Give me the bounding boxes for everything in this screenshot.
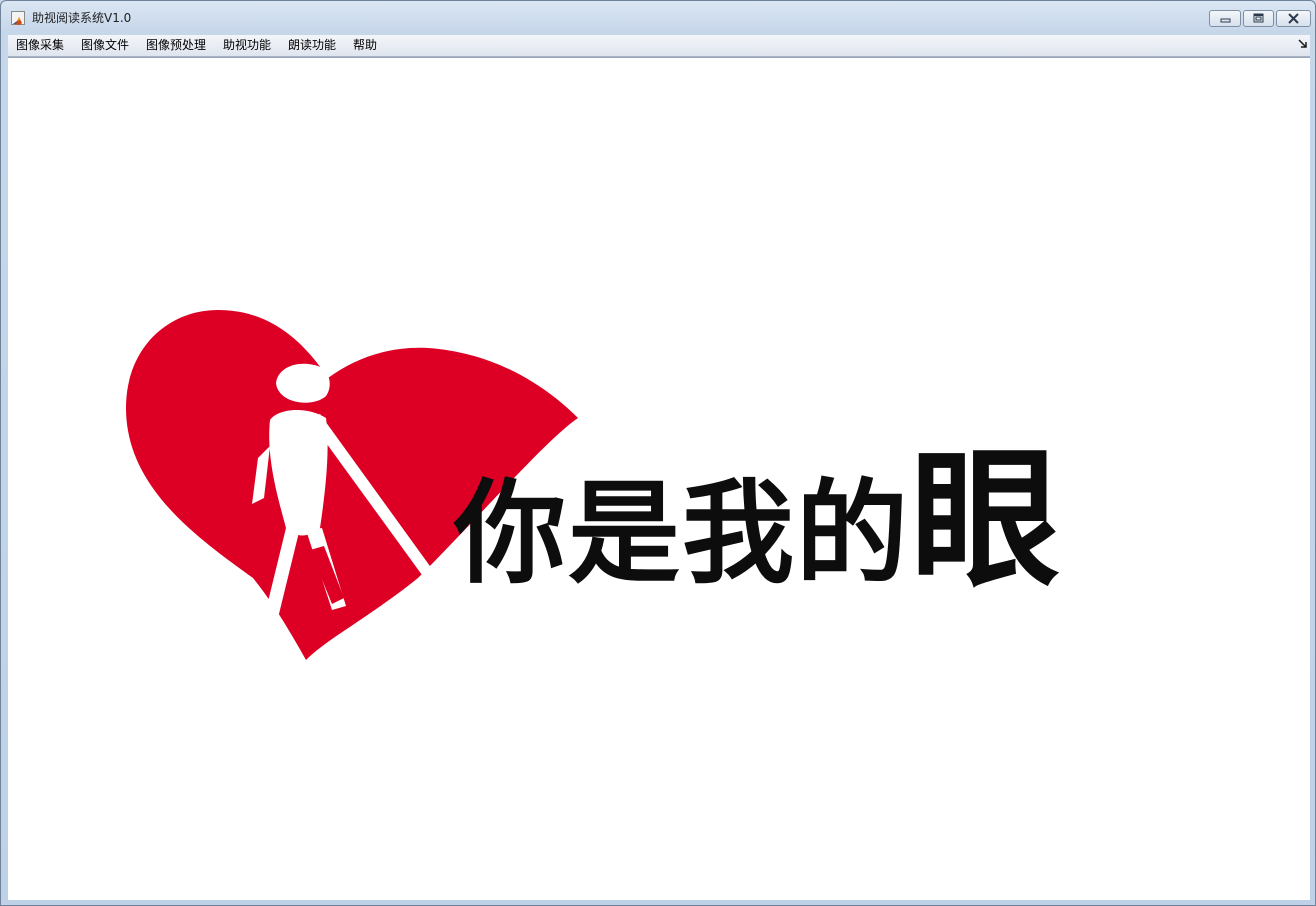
- close-icon: [1288, 13, 1299, 24]
- title-bar[interactable]: 助视阅读系统V1.0: [1, 1, 1315, 35]
- minimize-button[interactable]: [1209, 10, 1241, 27]
- menu-vision-assist[interactable]: 助视功能: [220, 36, 274, 54]
- menu-bar: 图像采集 图像文件 图像预处理 助视功能 朗读功能 帮助: [8, 35, 1310, 57]
- close-button[interactable]: [1276, 10, 1311, 27]
- matlab-logo-icon: [11, 11, 25, 25]
- minimize-icon: [1220, 18, 1231, 23]
- restore-icon: [1253, 13, 1264, 23]
- figure-canvas: 你是我的眼: [8, 57, 1310, 900]
- menu-image-capture[interactable]: 图像采集: [13, 36, 67, 54]
- app-window: 助视阅读系统V1.0 图像采集 图像文件 图像预处理 助视功能 朗读功能 帮助: [0, 0, 1316, 906]
- window-title: 助视阅读系统V1.0: [32, 11, 132, 25]
- menu-read-aloud[interactable]: 朗读功能: [285, 36, 339, 54]
- slogan-emphasis: 眼: [910, 434, 1061, 608]
- menu-help[interactable]: 帮助: [350, 36, 380, 54]
- menu-image-preprocess[interactable]: 图像预处理: [143, 36, 209, 54]
- slogan-main: 你是我的: [454, 469, 910, 599]
- menu-image-file[interactable]: 图像文件: [78, 36, 132, 54]
- toolbar-toggle-icon[interactable]: [1297, 38, 1309, 50]
- maximize-button[interactable]: [1243, 10, 1274, 27]
- slogan-text: 你是我的眼: [454, 446, 1060, 599]
